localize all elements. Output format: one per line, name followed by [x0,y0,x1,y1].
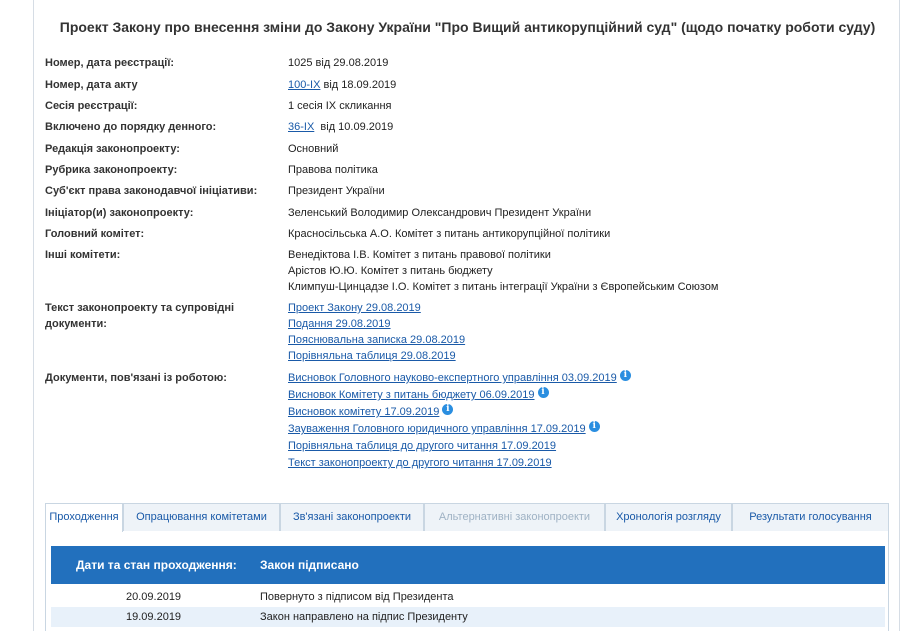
act-date: від 18.09.2019 [320,79,397,91]
bill-info: Номер, дата реєстрації: 1025 від 29.08.2… [45,55,895,480]
field-main-committee: Головний комітет: Красносільська А.О. Ко… [45,226,895,247]
doc-link[interactable]: Подання 29.08.2019 [288,316,895,332]
field-value: 1 сесія IX скликання [288,100,392,112]
committee-item: Арістов Ю.Ю. Комітет з питань бюджету [288,265,493,277]
field-subject: Суб'єкт права законодавчої ініціативи: П… [45,183,895,205]
history-event: Закон направлено на підпис Президенту [260,611,468,623]
doc-link[interactable]: Пояснювальна записка 29.08.2019 [288,332,895,348]
doc-link[interactable]: Проект Закону 29.08.2019 [288,300,895,316]
agenda-link[interactable]: 36-IX [288,121,314,133]
history-row: 20.09.2019 Повернуто з підписом від През… [51,587,885,607]
field-label: Номер, дата реєстрації: [45,57,175,69]
info-icon[interactable]: i [588,421,600,432]
tab-passage[interactable]: Проходження [45,503,123,532]
field-other-committees: Інші комітети: Венедіктова І.В. Комітет … [45,247,895,300]
field-value: 1025 від 29.08.2019 [288,57,389,69]
field-value: Красносільська А.О. Комітет з питань ант… [288,228,611,240]
act-link[interactable]: 100-IX [288,79,320,91]
tab-alternative-bills: Альтернативні законопроекти [424,503,605,531]
doc-link[interactable]: Порівняльна таблиця до другого читання 1… [288,440,556,452]
status-header: Дати та стан проходження: Закон підписан… [51,546,885,584]
status-value: Закон підписано [260,558,359,572]
committee-item: Климпуш-Цинцадзе І.О. Комітет з питань і… [288,281,719,293]
doc-link[interactable]: Зауваження Головного юридичного управлін… [288,423,586,435]
tab-voting-results[interactable]: Результати голосування [732,503,889,531]
field-texts: Текст законопроекту та супровідні докуме… [45,300,895,370]
field-label: Редакція законопроекту: [45,143,180,155]
tab-linked-bills[interactable]: Зв'язані законопроекти [280,503,424,531]
field-label: Сесія реєстрації: [45,100,138,112]
committee-item: Венедіктова І.В. Комітет з питань правов… [288,249,551,261]
field-edition: Редакція законопроекту: Основний [45,141,895,162]
field-label: Рубрика законопроекту: [45,164,178,176]
tab-committees[interactable]: Опрацювання комітетами [123,503,280,531]
page-title: Проект Закону про внесення зміни до Зако… [59,19,876,35]
field-value: Основний [288,143,339,155]
field-agenda: Включено до порядку денного: 36-IX від 1… [45,119,895,141]
info-icon[interactable]: i [442,404,454,415]
field-initiator: Ініціатор(и) законопроекту: Зеленський В… [45,205,895,226]
agenda-date: від 10.09.2019 [314,121,394,133]
field-value: Президент України [288,185,385,197]
info-icon[interactable]: i [537,387,549,398]
field-label: Документи, пов'язані із роботою: [45,372,227,384]
field-label: Суб'єкт права законодавчої ініціативи: [45,185,258,197]
doc-link[interactable]: Текст законопроекту до другого читання 1… [288,457,552,469]
field-label: Включено до порядку денного: [45,121,217,133]
bill-card: Проект Закону про внесення зміни до Зако… [33,0,900,631]
doc-link[interactable]: Висновок комітету 17.09.2019 [288,406,439,418]
doc-link[interactable]: Порівняльна таблиця 29.08.2019 [288,348,895,364]
field-label: Головний комітет: [45,228,145,240]
field-related-docs: Документи, пов'язані із роботою: Висново… [45,370,895,480]
status-label: Дати та стан проходження: [76,558,237,572]
field-act: Номер, дата акту 100-IX від 18.09.2019 [45,77,895,98]
field-session: Сесія реєстрації: 1 сесія IX скликання [45,98,895,119]
field-label: Інші комітети: [45,249,121,261]
field-value: Зеленський Володимир Олександрович Прези… [288,207,592,219]
field-label: Ініціатор(и) законопроекту: [45,207,194,219]
field-label: Текст законопроекту та супровідні [45,302,235,314]
field-registration: Номер, дата реєстрації: 1025 від 29.08.2… [45,55,895,77]
history-event: Повернуто з підписом від Президента [260,591,454,603]
doc-link[interactable]: Висновок Головного науково-експертного у… [288,372,617,384]
tab-bar: Проходження Опрацювання комітетами Зв'яз… [45,503,889,532]
field-rubric: Рубрика законопроекту: Правова політика [45,162,895,183]
field-label: Номер, дата акту [45,79,138,91]
history-row: 19.09.2019 Закон направлено на підпис Пр… [51,607,885,627]
doc-link[interactable]: Висновок Комітету з питань бюджету 06.09… [288,389,535,401]
field-label: документи: [45,318,107,330]
history-date: 20.09.2019 [126,591,182,603]
tab-chronology[interactable]: Хронологія розгляду [605,503,732,531]
field-value: Правова політика [288,164,378,176]
tab-panel-passage: Дати та стан проходження: Закон підписан… [45,531,889,631]
history-date: 19.09.2019 [126,611,182,623]
info-icon[interactable]: i [619,370,631,381]
